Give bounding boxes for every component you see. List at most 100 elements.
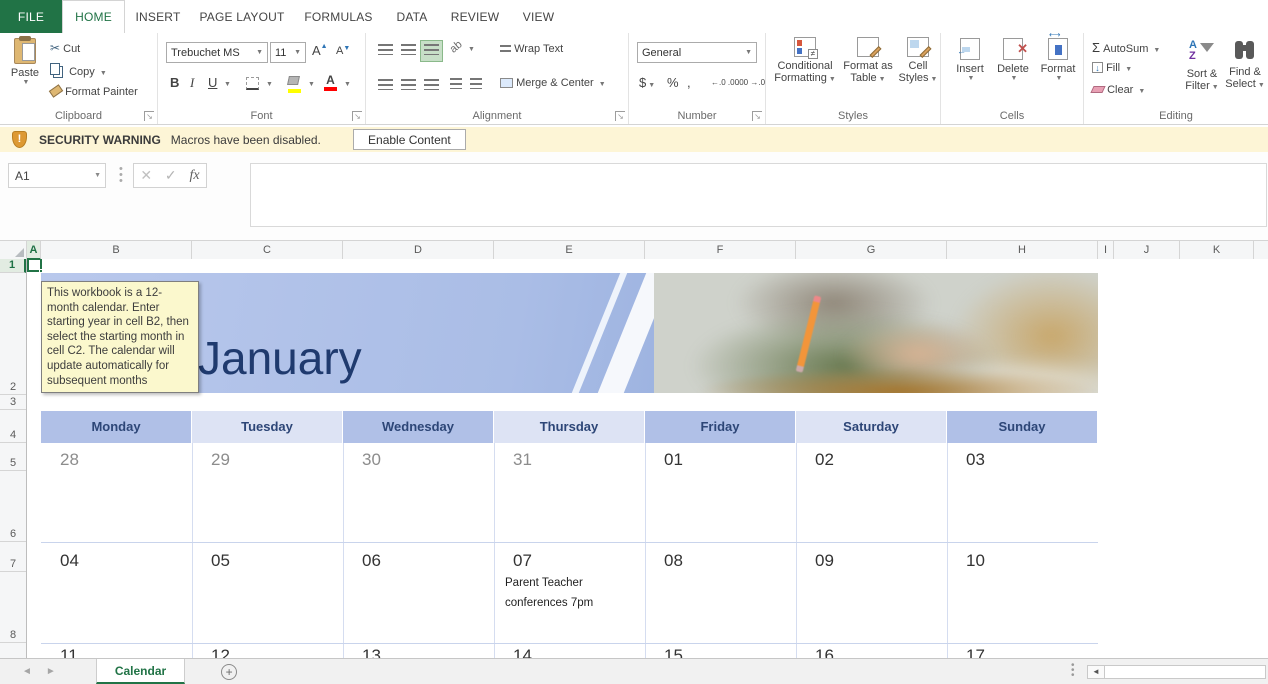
sort-filter-button[interactable]: A Z Sort & Filter▼ <box>1182 39 1222 92</box>
paste-button[interactable]: Paste ▼ <box>8 38 42 86</box>
number-format-combo[interactable]: General▼ <box>637 42 757 63</box>
day-header-tuesday[interactable]: Tuesday <box>192 411 342 443</box>
enter-icon[interactable]: ✓ <box>165 167 177 184</box>
date-cell[interactable]: 05 <box>211 551 230 571</box>
delete-dropdown-arrow[interactable]: ▼ <box>995 75 1033 82</box>
align-center-button[interactable] <box>397 75 420 97</box>
name-box-dropdown-arrow[interactable]: ▼ <box>94 172 101 179</box>
tab-bar-splitter[interactable]: ••• <box>1071 663 1075 678</box>
date-cell[interactable]: 06 <box>362 551 381 571</box>
hscroll-thumb[interactable] <box>1104 665 1266 679</box>
fill-handle[interactable] <box>39 269 43 273</box>
bottom-align-button[interactable] <box>420 40 443 62</box>
merge-center-dropdown-arrow[interactable]: ▼ <box>599 81 606 88</box>
bold-button[interactable]: B <box>170 75 179 90</box>
fill-color-button[interactable] <box>288 76 301 93</box>
date-cell[interactable]: 28 <box>60 450 79 470</box>
tab-formulas[interactable]: FORMULAS <box>293 0 384 33</box>
autosum-button[interactable]: Σ AutoSum ▼ <box>1092 40 1160 55</box>
column-header-c[interactable]: C <box>192 241 343 260</box>
cancel-icon[interactable]: ✕ <box>140 167 152 184</box>
date-cell[interactable]: 13 <box>362 646 381 658</box>
date-cell[interactable]: 11 <box>60 646 78 658</box>
day-header-saturday[interactable]: Saturday <box>796 411 946 443</box>
row-header-8[interactable]: 8 <box>0 572 26 643</box>
percent-style-button[interactable]: % <box>667 75 679 90</box>
border-dropdown-arrow[interactable]: ▼ <box>266 81 273 88</box>
accounting-format-button[interactable]: $▼ <box>639 75 655 90</box>
row-header-6[interactable]: 6 <box>0 471 26 542</box>
orientation-button[interactable]: ab <box>448 38 465 55</box>
date-cell[interactable]: 31 <box>513 450 532 470</box>
name-box[interactable]: A1 ▼ <box>8 163 106 188</box>
font-color-dropdown-arrow[interactable]: ▼ <box>344 81 351 88</box>
column-header-k[interactable]: K <box>1180 241 1254 260</box>
column-header-h[interactable]: H <box>947 241 1098 260</box>
date-cell[interactable]: 04 <box>60 551 79 571</box>
date-cell[interactable]: 17 <box>966 646 985 658</box>
column-header-g[interactable]: G <box>796 241 947 260</box>
column-header-e[interactable]: E <box>494 241 645 260</box>
column-header-d[interactable]: D <box>343 241 494 260</box>
new-sheet-button[interactable]: + <box>221 664 237 680</box>
format-dropdown-arrow[interactable]: ▼ <box>1039 75 1079 82</box>
day-header-sunday[interactable]: Sunday <box>947 411 1097 443</box>
column-header-a[interactable]: A <box>27 241 41 260</box>
format-painter-button[interactable]: Format Painter <box>50 86 138 98</box>
find-select-button[interactable]: Find & Select▼ <box>1224 39 1266 90</box>
alignment-dialog-launcher[interactable]: ↘ <box>615 111 625 121</box>
date-cell[interactable]: 03 <box>966 450 985 470</box>
tab-insert[interactable]: INSERT <box>125 0 191 33</box>
clipboard-dialog-launcher[interactable]: ↘ <box>144 111 154 121</box>
font-size-combo[interactable]: 11▼ <box>270 42 306 63</box>
date-cell[interactable]: 14 <box>513 646 532 658</box>
format-table-dropdown-arrow[interactable]: ▼ <box>879 76 886 83</box>
sheet-nav-left-icon[interactable]: ◄ <box>22 666 32 677</box>
underline-button[interactable]: U <box>208 75 217 90</box>
fill-color-dropdown-arrow[interactable]: ▼ <box>308 81 315 88</box>
format-cells-button[interactable]: ⟷ Format ▼ <box>1037 38 1079 82</box>
tab-view[interactable]: VIEW <box>510 0 567 33</box>
column-header-f[interactable]: F <box>645 241 796 260</box>
date-cell[interactable]: 02 <box>815 450 834 470</box>
select-all-corner[interactable] <box>0 241 27 260</box>
row-header-3[interactable]: 3 <box>0 395 26 410</box>
fill-button[interactable]: ↓ Fill ▼ <box>1092 62 1132 74</box>
wrap-text-button[interactable]: Wrap Text <box>500 43 563 55</box>
hscroll-left-arrow[interactable]: ◄ <box>1087 665 1105 679</box>
font-name-combo[interactable]: Trebuchet MS▼ <box>166 42 268 63</box>
italic-button[interactable]: I <box>190 75 194 91</box>
date-cell[interactable]: 01 <box>664 450 683 470</box>
border-button[interactable] <box>246 77 259 90</box>
merge-center-button[interactable]: Merge & Center ▼ <box>500 77 606 89</box>
tab-review[interactable]: REVIEW <box>440 0 510 33</box>
tab-page-layout[interactable]: PAGE LAYOUT <box>191 0 293 33</box>
formula-bar-splitter[interactable]: ••• <box>119 166 123 184</box>
number-dialog-launcher[interactable]: ↘ <box>752 111 762 121</box>
fill-dropdown-arrow[interactable]: ▼ <box>1125 66 1132 73</box>
row-header-4[interactable]: 4 <box>0 410 26 443</box>
underline-dropdown-arrow[interactable]: ▼ <box>224 81 231 88</box>
date-cell[interactable]: 16 <box>815 646 834 658</box>
increase-indent-button[interactable] <box>470 78 482 92</box>
sheet-tab-calendar[interactable]: Calendar <box>96 659 185 684</box>
comma-style-button[interactable]: , <box>687 75 691 90</box>
column-header-partial[interactable] <box>1254 241 1268 260</box>
conditional-dropdown-arrow[interactable]: ▼ <box>829 76 836 83</box>
enable-content-button[interactable]: Enable Content <box>353 129 466 150</box>
active-cell-selection[interactable] <box>27 259 42 272</box>
increase-decimal-button[interactable]: ←.0 .00 <box>711 78 739 87</box>
day-header-wednesday[interactable]: Wednesday <box>343 411 493 443</box>
autosum-dropdown-arrow[interactable]: ▼ <box>1153 47 1160 54</box>
date-cell[interactable]: 12 <box>211 646 230 658</box>
decrease-decimal-button[interactable]: .00 →.0 <box>737 78 765 87</box>
formula-input[interactable] <box>250 163 1267 227</box>
insert-dropdown-arrow[interactable]: ▼ <box>953 75 989 82</box>
tab-data[interactable]: DATA <box>384 0 440 33</box>
date-cell[interactable]: 10 <box>966 551 985 571</box>
date-cell[interactable]: 30 <box>362 450 381 470</box>
day-header-thursday[interactable]: Thursday <box>494 411 644 443</box>
decrease-indent-button[interactable] <box>450 78 462 92</box>
conditional-formatting-button[interactable]: ≠ Conditional Formatting▼ <box>772 37 838 84</box>
row-header-1[interactable]: 1 <box>0 259 26 273</box>
